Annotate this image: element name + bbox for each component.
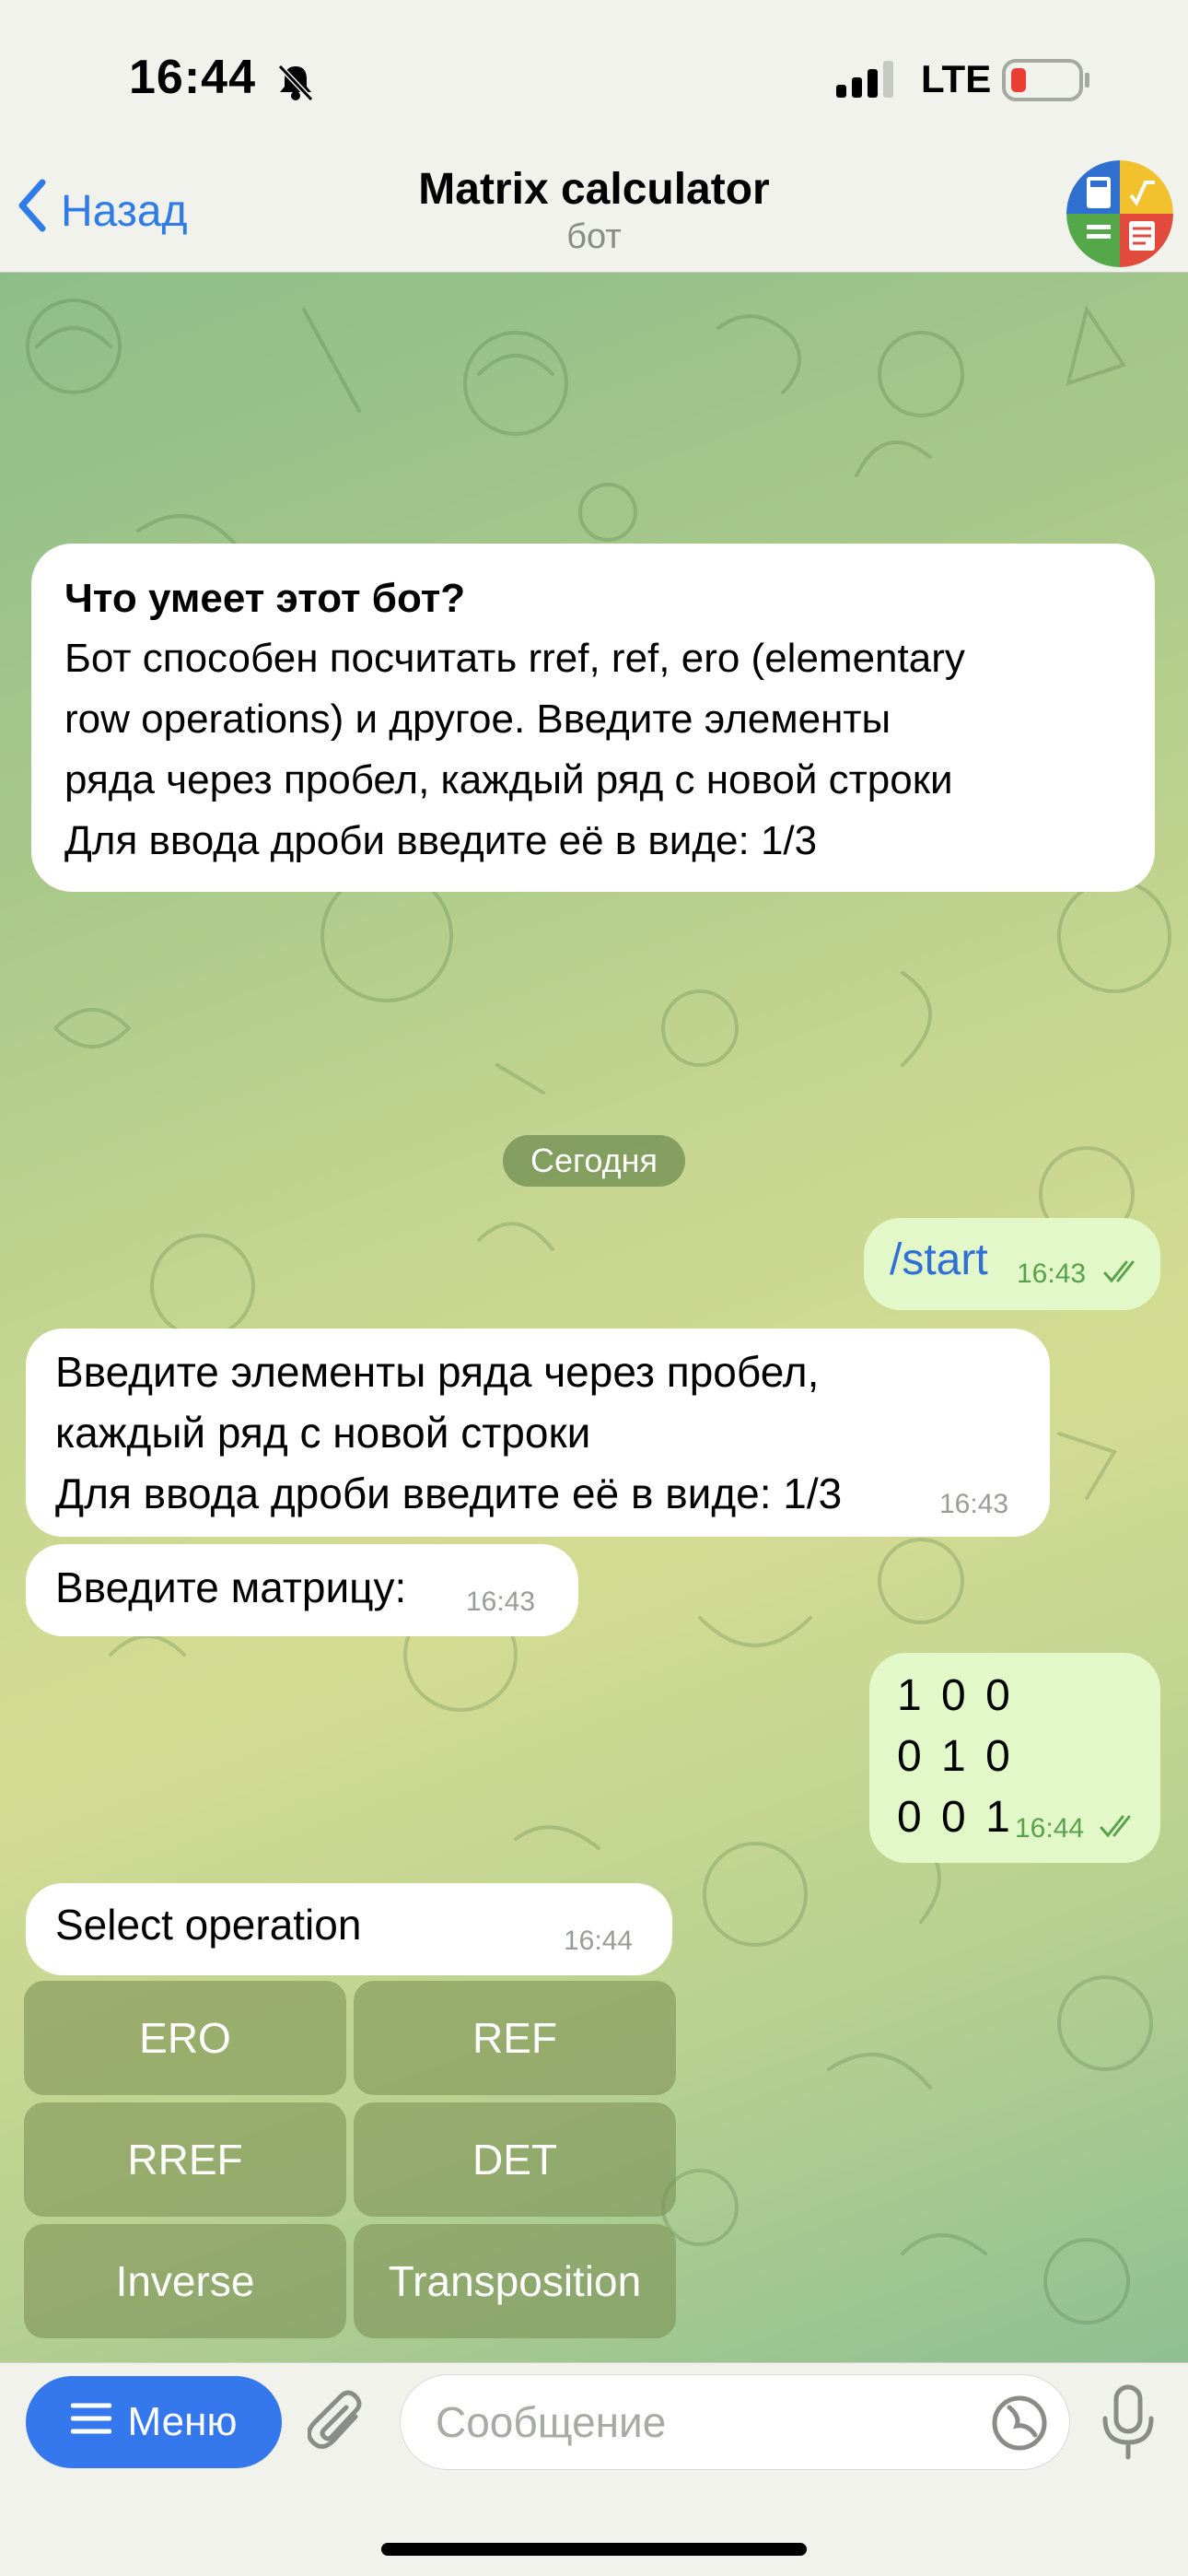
message-time: 16:44	[564, 1926, 634, 1956]
hamburger-icon	[70, 2399, 112, 2445]
message-time: 16:43	[466, 1587, 536, 1617]
menu-label: Меню	[127, 2399, 238, 2444]
inline-button-transposition[interactable]: Transposition	[354, 2224, 676, 2338]
inline-button-rref[interactable]: RREF	[24, 2102, 346, 2217]
message-time: 16:44	[1015, 1813, 1085, 1844]
message-incoming[interactable]: Введите элементы ряда через пробел, кажд…	[26, 1329, 1050, 1537]
inline-button-det[interactable]: DET	[354, 2102, 676, 2217]
battery-low-icon	[1002, 59, 1090, 106]
message-incoming[interactable]: Введите матрицу: 16:43	[26, 1544, 578, 1636]
matrix-input-text: 1 0 0 0 1 0 0 0 1	[897, 1671, 1014, 1842]
message-text: Введите матрицу:	[55, 1563, 407, 1611]
message-text: Select operation	[55, 1901, 362, 1949]
command-link[interactable]: /start	[890, 1235, 988, 1285]
status-bar: 16:44 LTE	[0, 0, 1188, 157]
microphone-icon[interactable]	[1096, 2383, 1160, 2467]
paperclip-icon[interactable]	[307, 2389, 372, 2460]
bot-avatar[interactable]	[1066, 160, 1173, 267]
inline-button-inverse[interactable]: Inverse	[24, 2224, 346, 2338]
sticker-icon[interactable]	[991, 2395, 1048, 2456]
inline-button-ref[interactable]: REF	[354, 1981, 676, 2095]
double-check-icon	[1103, 1260, 1142, 1289]
bot-info-body: Бот способен посчитать rref, ref, ero (e…	[64, 636, 965, 863]
chat-header: Назад Matrix calculator бот	[0, 157, 1188, 273]
bot-info-title: Что умеет этот бот?	[64, 576, 466, 621]
network-type: LTE	[921, 57, 992, 100]
message-input[interactable]	[400, 2374, 1070, 2470]
message-text: Введите элементы ряда через пробел, кажд…	[55, 1348, 843, 1517]
message-outgoing[interactable]: /start 16:43	[864, 1218, 1160, 1310]
chat-subtitle: бот	[566, 217, 622, 256]
bell-muted-icon	[274, 61, 317, 108]
message-time: 16:43	[939, 1489, 1009, 1519]
message-time: 16:43	[1017, 1259, 1087, 1289]
status-time: 16:44	[129, 51, 256, 104]
message-incoming[interactable]: Select operation 16:44	[26, 1883, 672, 1975]
double-check-icon	[1100, 1815, 1138, 1844]
home-indicator	[381, 2543, 807, 2556]
bot-info-card: Что умеет этот бот? Бот способен посчита…	[31, 544, 1155, 892]
inline-button-ero[interactable]: ERO	[24, 1981, 346, 2095]
date-separator: Сегодня	[503, 1135, 685, 1187]
bot-menu-button[interactable]: Меню	[26, 2376, 282, 2468]
cellular-signal-icon	[836, 61, 897, 104]
message-outgoing[interactable]: 1 0 0 0 1 0 0 0 1 16:44	[869, 1653, 1160, 1863]
chat-title[interactable]: Matrix calculator	[0, 164, 1188, 215]
